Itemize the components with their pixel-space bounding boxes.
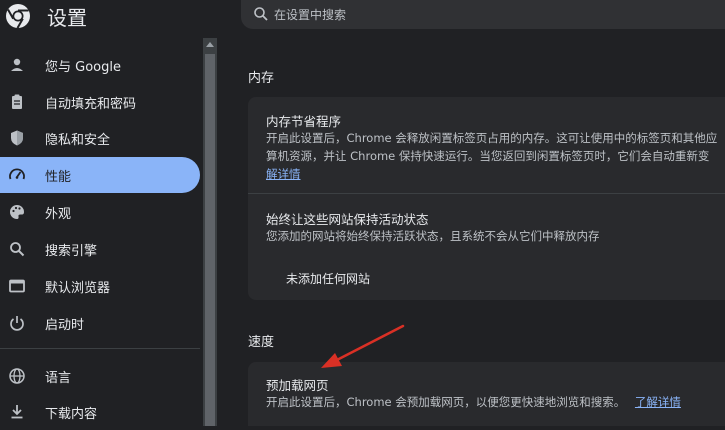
sidebar-item-performance[interactable]: 性能: [0, 157, 200, 193]
page-title: 设置: [47, 6, 87, 30]
sidebar-item-privacy[interactable]: 隐私和安全: [0, 120, 200, 156]
sidebar-item-you-and-google[interactable]: 您与 Google: [0, 47, 200, 83]
shield-icon: [11, 130, 23, 146]
sidebar-item-appearance[interactable]: 外观: [0, 194, 200, 230]
power-icon: [10, 316, 24, 331]
person-icon: [11, 58, 23, 71]
sidebar-item-label: 自动填充和密码: [45, 97, 137, 112]
sidebar-divider: [0, 348, 200, 349]
preload-pages-description: 开启此设置后，Chrome 会预加载网页，以便您更快速地浏览和搜索。: [266, 395, 626, 409]
browser-window-icon: [9, 279, 25, 293]
chrome-logo-icon: [6, 4, 30, 29]
memory-saver-description-line1: 开启此设置后，Chrome 会释放闲置标签页占用的内存。这可让使用中的标签页和其…: [266, 131, 718, 145]
sidebar-item-label: 启动时: [45, 318, 85, 333]
sidebar-item-languages[interactable]: 语言: [0, 358, 200, 394]
sidebar-item-autofill[interactable]: 自动填充和密码: [0, 84, 200, 120]
download-icon: [11, 405, 23, 419]
top-bar: 设置 在设置中搜索: [0, 0, 725, 38]
memory-saver-description-line2: 算机资源，并让 Chrome 保持快速运行。当您返回到闲置标签页时，它们会自动重…: [266, 149, 710, 163]
preload-pages-description-row: 开启此设置后，Chrome 会预加载网页，以便您更快速地浏览和搜索。 了解详情: [266, 393, 681, 411]
sidebar-item-default-browser[interactable]: 默认浏览器: [0, 268, 200, 304]
sidebar-item-label: 搜索引擎: [45, 244, 98, 259]
speed-section-heading: 速度: [248, 335, 275, 350]
memory-saver-learn-more-link[interactable]: 解详情: [266, 167, 301, 181]
sidebar-item-label: 默认浏览器: [45, 281, 111, 296]
card-divider: [248, 193, 725, 194]
memory-card: 内存节省程序 开启此设置后，Chrome 会释放闲置标签页占用的内存。这可让使用…: [248, 97, 725, 300]
keep-active-description: 您添加的网站将始终保持活跃状态，且系统不会从它们中释放内存: [266, 229, 600, 243]
search-icon: [10, 242, 25, 257]
sidebar-item-search-engine[interactable]: 搜索引擎: [0, 231, 200, 267]
palette-icon: [10, 205, 24, 219]
settings-search-box[interactable]: 在设置中搜索: [241, 0, 725, 29]
memory-saver-title: 内存节省程序: [266, 114, 342, 129]
memory-section-heading: 内存: [248, 71, 275, 86]
sidebar-item-label: 性能: [45, 170, 72, 185]
keep-active-title: 始终让这些网站保持活动状态: [266, 212, 429, 227]
sidebar-scrollbar[interactable]: [203, 38, 217, 426]
sidebar-item-label: 语言: [45, 371, 72, 386]
sidebar-item-downloads[interactable]: 下载内容: [0, 394, 200, 430]
search-input[interactable]: 在设置中搜索: [274, 6, 346, 23]
scroll-up-arrow-icon[interactable]: [206, 42, 214, 47]
globe-icon: [9, 368, 25, 384]
clipboard-icon: [12, 94, 22, 109]
sidebar-item-label: 外观: [45, 207, 72, 222]
preload-pages-title: 预加载网页: [266, 378, 329, 393]
sidebar-item-label: 隐私和安全: [45, 133, 111, 148]
memory-saver-learn-more-row: 解详情: [266, 165, 301, 183]
speedometer-icon: [9, 168, 25, 180]
sidebar-item-label: 下载内容: [45, 407, 98, 422]
sidebar: 您与 Google 自动填充和密码 隐私和安全 性能 外观 搜索引擎 默认浏览器…: [0, 38, 205, 426]
sidebar-item-on-startup[interactable]: 启动时: [0, 305, 200, 341]
sidebar-item-label: 您与 Google: [45, 60, 121, 75]
no-sites-message: 未添加任何网站: [286, 272, 371, 286]
preload-learn-more-link[interactable]: 了解详情: [635, 395, 681, 409]
search-icon: [254, 7, 268, 21]
scroll-thumb[interactable]: [205, 54, 215, 426]
annotation-arrow-icon: [321, 324, 405, 368]
